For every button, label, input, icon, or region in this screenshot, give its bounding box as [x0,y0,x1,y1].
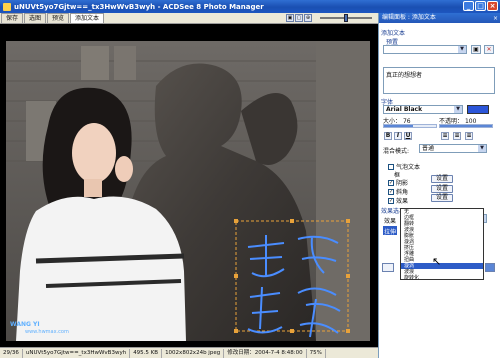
save-preset-icon[interactable]: ▣ [471,45,481,54]
align-right-icon[interactable]: ≡ [465,132,473,140]
font-select[interactable]: Arial Black ▼ [383,105,463,114]
blend-label: 混合模式: [383,148,410,155]
shadow-settings-button[interactable]: 设置 [431,175,453,183]
bevel-checkbox[interactable]: ✓ 斜角 [388,187,408,196]
effect-option[interactable]: 旋转化 [401,275,483,279]
text-input-value: 真正的想想者 [386,72,423,79]
minimize-button[interactable]: _ [463,1,474,11]
effect-row-label: 效果 [384,218,397,225]
status-index: 29/36 [0,348,23,358]
effect-settings-button[interactable]: 设置 [431,194,453,202]
title-bar: uNUVt5yo7Gjtw==_tx3HwWvB3wyh - ACDSee 8 … [0,0,500,13]
zoom-slider-handle[interactable] [344,14,348,22]
opacity-slider[interactable] [439,124,493,128]
text-input[interactable]: 真正的想想者 [383,67,495,94]
panel-title: 编辑面板 : 添加文本 [382,14,436,21]
tab-preview[interactable]: 预览 [47,13,70,23]
bevel-settings-button[interactable]: 设置 [431,185,453,193]
panel-close-icon[interactable]: × [493,14,498,24]
chevron-down-icon: ▼ [478,145,486,152]
size-slider-fill [384,125,414,127]
window-title: uNUVt5yo7Gjtw==_tx3HwWvB3wyh - ACDSee 8 … [14,2,264,11]
mouse-cursor-icon: ↖ [432,255,442,268]
section-add-text: 添加文本 [381,30,406,37]
delete-preset-icon[interactable]: ✕ [484,45,494,54]
status-filename: uNUVt5yo7Gjtw==_tx3HwWvB3wyh [23,348,131,358]
swirl-text-graphic [247,235,341,338]
font-select-value: Arial Black [386,106,423,113]
color-swatch[interactable] [467,105,489,114]
watermark-url: www.hwmax.com [25,329,69,335]
align-left-icon[interactable]: ≡ [441,132,449,140]
watermark-brand: WANG YI [10,321,40,328]
opacity-slider-fill [440,125,492,127]
app-icon [3,2,11,11]
blend-select[interactable]: 普通 ▼ [419,144,487,153]
edit-panel: 编辑面板 : 添加文本 × 添加文本 预置 ▼ ▣ ✕ 真正的想想者 字体 Ar… [378,13,500,358]
actual-size-icon[interactable]: ▢ [295,14,303,22]
zoom-icon[interactable]: ⊕ [304,14,312,22]
effect-checkbox-box[interactable]: ✓ [388,197,394,204]
bevel-checkbox-box[interactable]: ✓ [388,188,394,195]
text-overlay[interactable] [240,229,348,344]
status-zoom: 75% [307,348,326,358]
status-bar: 29/36 uNUVt5yo7Gjtw==_tx3HwWvB3wyh 495.5… [0,347,378,358]
shadow-checkbox[interactable]: ✓ 阴影 [388,178,408,187]
bevel-checkbox-label: 斜角 [396,189,409,196]
tab-select[interactable]: 选图 [24,13,47,23]
effect-checkbox-label: 效果 [396,198,409,205]
image-viewport[interactable]: WANG YI www.hwmax.com [0,24,378,347]
panel-header: 编辑面板 : 添加文本 × [379,13,500,23]
align-center-icon[interactable]: ≡ [453,132,461,140]
close-button[interactable]: × [487,1,498,11]
blend-select-value: 普通 [422,145,435,152]
shadow-checkbox-box[interactable]: ✓ [388,179,394,186]
bold-button[interactable]: B [384,132,392,140]
bubble-checkbox[interactable]: 气泡文本 [388,162,420,171]
preset-select[interactable]: ▼ [383,45,467,54]
shadow-checkbox-label: 阴影 [396,180,409,187]
effect-dropdown-list[interactable]: 无边框 翻转 波浪 膨胀 漩涡 挤压 浮雕 扭曲 漩涡 波浪 旋转化 [400,208,484,280]
status-filesize: 495.5 KB [130,348,163,358]
chevron-down-icon: ▼ [454,106,462,113]
chevron-down-icon: ▼ [458,46,466,53]
panel-nav-left-icon[interactable] [382,263,394,272]
panel-nav-right-icon[interactable] [485,263,495,272]
size-slider[interactable] [383,124,437,128]
maximize-button[interactable]: □ [475,1,486,11]
status-dimensions: 1002x802x24b jpeg [162,348,225,358]
bubble-checkbox-box[interactable] [388,163,394,170]
fit-icon[interactable]: ▣ [286,14,294,22]
italic-button[interactable]: I [394,132,402,140]
tab-save[interactable]: 保存 [1,13,24,23]
status-modified: 修改日期：2004-7-4 8:48:00 [224,348,307,358]
effect-checkbox[interactable]: ✓ 效果 [388,196,408,205]
stretch-label: 拉伸 [384,229,397,236]
underline-button[interactable]: U [404,132,412,140]
tab-add-text[interactable]: 添加文本 [70,13,105,23]
